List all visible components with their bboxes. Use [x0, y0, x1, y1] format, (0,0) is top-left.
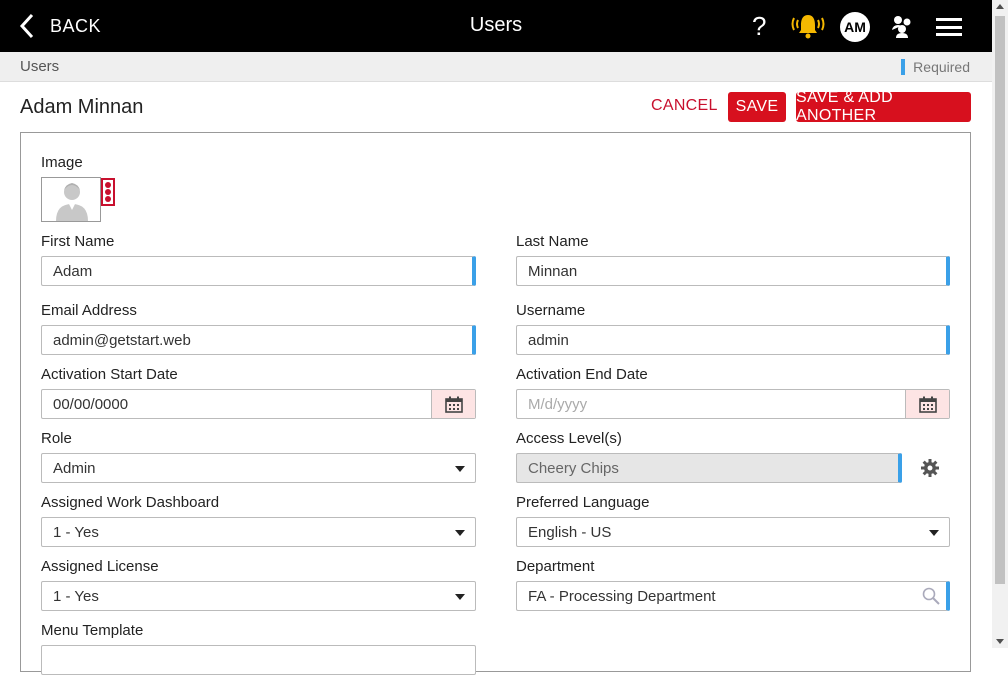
activation-end-field[interactable]: M/d/yyyy	[516, 389, 950, 419]
user-image[interactable]	[41, 177, 101, 222]
email-field[interactable]: admin@getstart.web	[41, 325, 476, 355]
assigned-license-value: 1 - Yes	[53, 588, 99, 605]
department-value: FA - Processing Department	[528, 588, 716, 605]
access-levels-field: Cheery Chips	[516, 453, 902, 483]
menu-template-select[interactable]	[41, 645, 476, 675]
username-value: admin	[528, 332, 569, 349]
user-placeholder-icon	[56, 183, 88, 221]
first-name-label: First Name	[41, 233, 115, 250]
breadcrumb[interactable]: Users	[20, 58, 59, 75]
chevron-left-icon	[19, 13, 34, 39]
chevron-down-icon	[455, 530, 465, 536]
last-name-value: Minnan	[528, 263, 578, 280]
gear-icon[interactable]	[920, 458, 940, 478]
chevron-down-icon	[929, 530, 939, 536]
activation-end-calendar-button[interactable]	[905, 390, 949, 418]
breadcrumb-bar: Users Required	[0, 52, 992, 82]
user-avatar[interactable]: AM	[840, 12, 870, 42]
chevron-down-icon	[455, 466, 465, 472]
people-icon[interactable]	[890, 14, 914, 38]
department-label: Department	[516, 558, 595, 575]
department-field[interactable]: FA - Processing Department	[516, 581, 950, 611]
top-navigation-bar: BACK Users ? AM	[0, 0, 992, 52]
back-label: BACK	[50, 15, 102, 36]
assigned-license-select[interactable]: 1 - Yes	[41, 581, 476, 611]
activation-start-field[interactable]: 00/00/0000	[41, 389, 476, 419]
scroll-up-arrow-icon[interactable]	[996, 4, 1004, 9]
role-select[interactable]: Admin	[41, 453, 476, 483]
save-and-add-another-button[interactable]: SAVE & ADD ANOTHER	[796, 89, 971, 124]
preferred-language-value: English - US	[528, 524, 612, 541]
last-name-field[interactable]: Minnan	[516, 256, 950, 286]
access-levels-value: Cheery Chips	[528, 460, 619, 477]
access-levels-label: Access Level(s)	[516, 430, 622, 447]
first-name-value: Adam	[53, 263, 93, 280]
preferred-language-label: Preferred Language	[516, 494, 650, 511]
scrollbar-thumb[interactable]	[995, 16, 1005, 584]
vertical-scrollbar[interactable]	[992, 0, 1008, 648]
assigned-dashboard-value: 1 - Yes	[53, 524, 99, 541]
image-label: Image	[41, 154, 83, 171]
activation-end-placeholder: M/d/yyyy	[528, 396, 588, 413]
email-value: admin@getstart.web	[53, 332, 191, 349]
preferred-language-select[interactable]: English - US	[516, 517, 950, 547]
search-icon[interactable]	[922, 587, 940, 605]
save-button[interactable]: SAVE	[728, 92, 786, 122]
required-legend: Required	[901, 59, 970, 75]
image-options-button[interactable]	[101, 178, 115, 206]
email-label: Email Address	[41, 302, 137, 319]
help-button[interactable]: ?	[752, 11, 766, 42]
activation-start-label: Activation Start Date	[41, 366, 178, 383]
assigned-dashboard-label: Assigned Work Dashboard	[41, 494, 220, 511]
chevron-down-icon	[455, 594, 465, 600]
activation-end-label: Activation End Date	[516, 366, 648, 383]
hamburger-menu-icon[interactable]	[936, 18, 962, 36]
scroll-down-arrow-icon[interactable]	[996, 639, 1004, 644]
back-button[interactable]: BACK	[18, 12, 101, 40]
cancel-button[interactable]: CANCEL	[651, 97, 718, 115]
assigned-dashboard-select[interactable]: 1 - Yes	[41, 517, 476, 547]
calendar-icon	[918, 396, 937, 413]
calendar-icon	[444, 396, 463, 413]
role-value: Admin	[53, 460, 96, 477]
last-name-label: Last Name	[516, 233, 589, 250]
username-label: Username	[516, 302, 586, 319]
activation-start-value: 00/00/0000	[53, 396, 129, 413]
username-field[interactable]: admin	[516, 325, 950, 355]
role-label: Role	[41, 430, 72, 447]
assigned-license-label: Assigned License	[41, 558, 159, 575]
page-title: Adam Minnan	[20, 96, 144, 118]
bell-icon[interactable]	[790, 12, 826, 40]
activation-start-calendar-button[interactable]	[431, 390, 475, 418]
menu-template-label: Menu Template	[41, 622, 144, 639]
first-name-field[interactable]: Adam	[41, 256, 476, 286]
